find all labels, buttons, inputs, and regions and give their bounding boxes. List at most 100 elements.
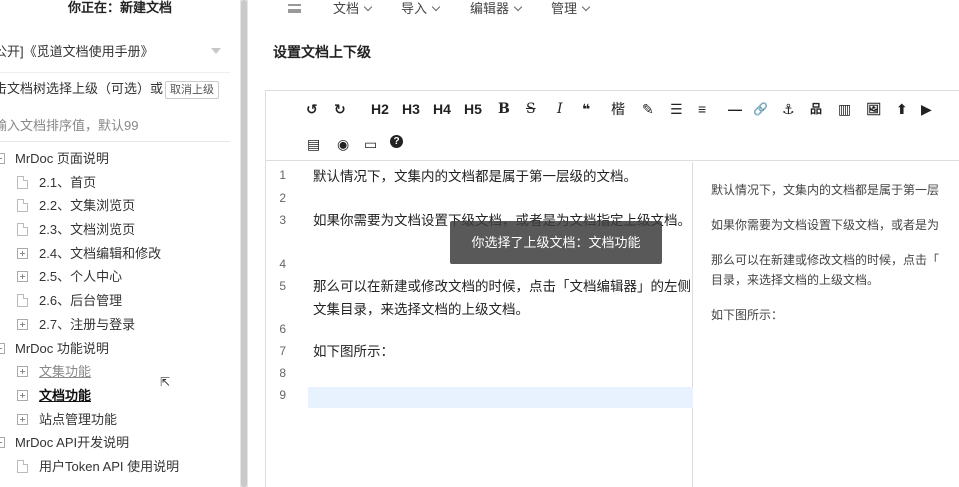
expand-plus-icon[interactable] <box>0 437 5 449</box>
tree-item-label: 2.1、首页 <box>39 174 97 190</box>
tree-item[interactable]: 2.7、注册与登录 <box>0 313 236 337</box>
horizontal-rule-icon[interactable]: — <box>728 100 742 118</box>
upload-icon[interactable]: ⬆ <box>896 100 908 118</box>
markdown-preview: 默认情况下，文集内的文档都是属于第一层 如果你需要为文档设置下级文档，或者是为 … <box>694 162 959 487</box>
tree-item[interactable]: MrDoc 功能说明 <box>0 337 236 361</box>
tree-item[interactable]: MrDoc 页面说明 <box>0 147 236 171</box>
expand-plus-icon[interactable] <box>17 247 28 259</box>
code-editor[interactable]: 1 2 3 4 5 6 7 8 9 默认情况下，文集内的文档都是属于第一层级的文… <box>266 162 693 487</box>
help-icon[interactable]: ? <box>390 135 403 148</box>
tree-item-label: 2.2、文集浏览页 <box>39 198 136 214</box>
expand-plus-icon[interactable] <box>17 389 28 401</box>
nav-manage[interactable]: 管理 <box>551 1 591 17</box>
tree-item-label: 2.7、注册与登录 <box>39 316 136 332</box>
link-icon[interactable]: 🔗 <box>753 100 768 118</box>
tree-item[interactable]: 2.3、文档浏览页 <box>0 218 236 242</box>
tree-item[interactable]: 站点管理功能 <box>0 408 236 432</box>
cancel-parent-button[interactable]: 取消上级 <box>165 81 220 99</box>
document-icon <box>17 294 28 308</box>
line-number: 6 <box>279 322 286 336</box>
h2-button[interactable]: H2 <box>371 100 389 118</box>
toast-message: 你选择了上级文档：文档功能 <box>450 221 662 264</box>
quote-icon[interactable]: ❝ <box>582 100 590 118</box>
h3-button[interactable]: H3 <box>402 100 420 118</box>
expand-plus-icon[interactable] <box>17 366 28 378</box>
sort-input[interactable]: 输入文档排序值，默认99 <box>0 110 230 142</box>
doc-tree: MrDoc 页面说明 2.1、首页 2.2、文集浏览页 2.3、文档浏览页 2.4、文档… <box>0 147 236 479</box>
redo-icon[interactable]: ↻ <box>334 100 346 118</box>
image-icon[interactable]: 🖼 <box>866 100 881 118</box>
expand-plus-icon[interactable] <box>17 271 28 283</box>
document-icon <box>17 199 28 213</box>
tree-item-label: 2.6、后台管理 <box>39 293 123 309</box>
code-line: 如下图所示： <box>313 344 394 359</box>
project-select-value: 公开]《觅道文档使用手册》 <box>0 44 154 59</box>
chevron-down-icon <box>211 48 221 54</box>
kai-font-button[interactable]: 楷 <box>611 100 625 118</box>
tree-item-label: 文集功能 <box>39 364 92 380</box>
nav-editor[interactable]: 编辑器 <box>470 1 523 17</box>
parent-hint-text: 击文档树选择上级（可选）或 <box>0 81 164 96</box>
tree-item[interactable]: 2.4、文档编辑和修改 <box>0 242 236 266</box>
tree-item[interactable]: 文集功能 <box>0 360 236 384</box>
document-icon <box>17 459 28 473</box>
project-select[interactable]: 公开]《觅道文档使用手册》 <box>0 33 230 73</box>
tree-item[interactable]: 文档功能 <box>0 384 236 408</box>
anchor-icon[interactable]: ⚓ <box>782 100 795 118</box>
chart-icon[interactable]: ▥ <box>838 100 851 118</box>
undo-icon[interactable]: ↺ <box>306 100 318 118</box>
nav-doc[interactable]: 文档 <box>333 1 373 17</box>
tree-item-label: MrDoc 功能说明 <box>15 340 109 356</box>
tree-item[interactable]: 用户Token API 使用说明 <box>0 455 236 479</box>
italic-button[interactable]: I <box>557 100 563 118</box>
line-number: 2 <box>279 191 286 205</box>
ordered-list-icon[interactable]: ≡ <box>698 100 706 118</box>
parent-hint: 击文档树选择上级（可选）或 取消上级 <box>0 79 220 99</box>
fullscreen-icon[interactable]: ▭ <box>364 135 377 153</box>
bold-button[interactable]: B <box>498 100 510 118</box>
video-icon[interactable]: ▶ <box>921 100 932 118</box>
code-line: 默认情况下，文集内的文档都是属于第一层级的文档。 <box>313 169 637 184</box>
preview-paragraph: 目录，来选择文档的上级文档。 <box>711 273 880 287</box>
table-icon[interactable]: ▤ <box>307 135 320 153</box>
line-number: 8 <box>279 366 286 380</box>
tree-item[interactable]: 2.6、后台管理 <box>0 289 236 313</box>
tree-item-label: 2.4、文档编辑和修改 <box>39 245 162 261</box>
tree-item-label: 站点管理功能 <box>39 411 118 427</box>
hamburger-menu-icon[interactable] <box>288 4 301 13</box>
expand-plus-icon[interactable] <box>0 153 5 164</box>
expand-plus-icon[interactable] <box>17 413 28 425</box>
brush-icon[interactable]: ✎ <box>642 100 654 118</box>
sitemap-icon[interactable]: 品 <box>810 100 822 118</box>
expand-plus-icon[interactable] <box>0 342 5 354</box>
scrollbar-thumb[interactable] <box>241 0 247 487</box>
line-number: 1 <box>279 168 286 182</box>
top-nav: 文档 导入 编辑器 管理 <box>248 0 959 20</box>
strikethrough-button[interactable]: S <box>526 100 536 118</box>
h5-button[interactable]: H5 <box>464 100 482 118</box>
nav-import[interactable]: 导入 <box>401 1 441 17</box>
line-number: 5 <box>279 279 286 293</box>
tree-item[interactable]: MrDoc API开发说明 <box>0 431 236 455</box>
expand-plus-icon[interactable] <box>17 318 28 330</box>
editor-toolbar: ↺ ↻ H2 H3 H4 H5 B S I ❝ 楷 ✎ ☰ ≡ — 🔗 ⚓ 品 … <box>266 91 959 161</box>
document-icon <box>17 175 28 189</box>
code-line: 那么可以在新建或修改文档的时候，点击「文档编辑器」的左侧文集目录，来选择文档的上… <box>313 279 691 317</box>
sidebar-scrollbar[interactable] <box>240 0 248 487</box>
preview-toggle-icon[interactable]: ◉ <box>337 135 349 153</box>
preview-paragraph: 如下图所示： <box>711 308 784 322</box>
tree-item-label: 文档功能 <box>39 387 92 403</box>
tree-item[interactable]: 2.5、个人中心 <box>0 265 236 289</box>
preview-paragraph: 如果你需要为文档设置下级文档，或者是为 <box>711 218 940 232</box>
unordered-list-icon[interactable]: ☰ <box>670 100 683 118</box>
active-line-highlight <box>266 387 693 408</box>
tree-item[interactable]: 2.2、文集浏览页 <box>0 194 236 218</box>
mouse-cursor-icon: ⇱ <box>160 375 171 389</box>
h4-button[interactable]: H4 <box>433 100 451 118</box>
page-title: 你正在：新建文档 <box>67 0 172 15</box>
line-number: 7 <box>279 344 286 358</box>
preview-paragraph: 默认情况下，文集内的文档都是属于第一层 <box>711 183 940 197</box>
chevron-down-icon <box>513 2 523 12</box>
tree-item[interactable]: 2.1、首页 <box>0 171 236 195</box>
sort-input-placeholder: 输入文档排序值，默认99 <box>0 118 139 133</box>
